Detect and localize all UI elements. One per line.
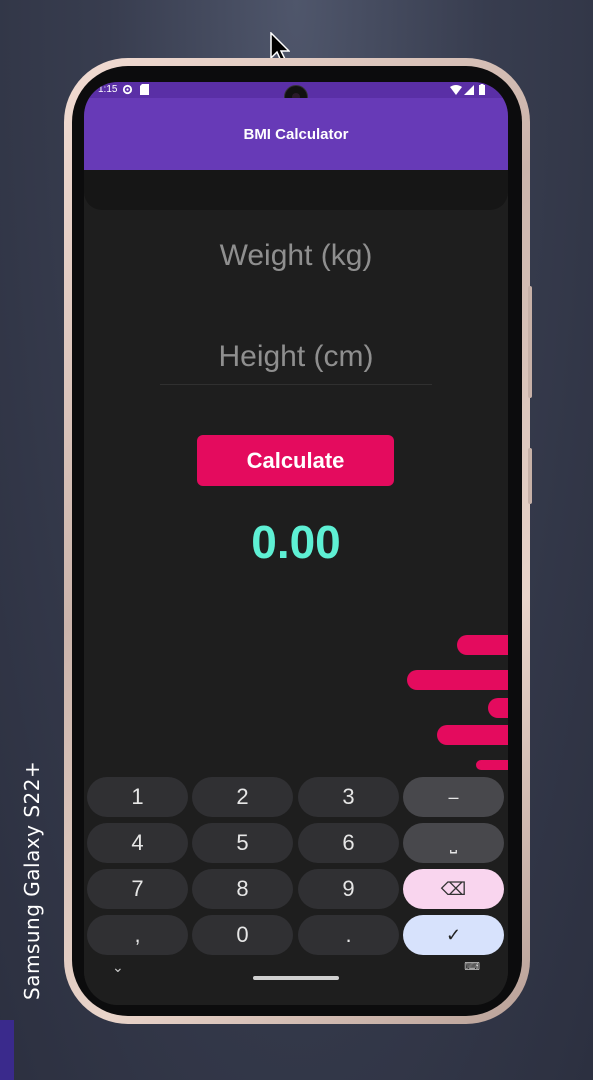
key-2[interactable]: 2 bbox=[192, 777, 293, 817]
signal-icon bbox=[464, 85, 474, 95]
key-1[interactable]: 1 bbox=[87, 777, 188, 817]
taskbar-strip bbox=[0, 1020, 14, 1080]
phone-screen: 1:15 BMI Calculator Weight (kg) Height (… bbox=[84, 82, 508, 1005]
chevron-down-icon[interactable]: ⌄ bbox=[112, 960, 124, 976]
key-9[interactable]: 9 bbox=[298, 869, 399, 909]
decorative-bar bbox=[457, 635, 508, 655]
height-input[interactable]: Height (cm) bbox=[160, 340, 432, 385]
decorative-bar bbox=[476, 760, 508, 770]
key-5[interactable]: 5 bbox=[192, 823, 293, 863]
calculate-button[interactable]: Calculate bbox=[197, 435, 394, 486]
sd-card-icon bbox=[140, 84, 149, 95]
key-7[interactable]: 7 bbox=[87, 869, 188, 909]
key-6[interactable]: 6 bbox=[298, 823, 399, 863]
bmi-result: 0.00 bbox=[251, 516, 341, 568]
numeric-keyboard: 1 2 3 – 4 5 6 ⎵ 7 8 9 ⌫ , 0 . ✓ ⌄ ⌨ bbox=[84, 770, 508, 1005]
app-title: BMI Calculator bbox=[243, 126, 349, 143]
key-space[interactable]: ⎵ bbox=[403, 823, 504, 863]
key-8[interactable]: 8 bbox=[192, 869, 293, 909]
key-3[interactable]: 3 bbox=[298, 777, 399, 817]
key-comma[interactable]: , bbox=[87, 915, 188, 955]
key-minus[interactable]: – bbox=[403, 777, 504, 817]
settings-icon bbox=[122, 84, 133, 95]
keyboard-icon[interactable]: ⌨ bbox=[464, 960, 480, 973]
done-key[interactable]: ✓ bbox=[403, 915, 504, 955]
weight-input[interactable]: Weight (kg) bbox=[160, 239, 432, 273]
key-0[interactable]: 0 bbox=[192, 915, 293, 955]
key-period[interactable]: . bbox=[298, 915, 399, 955]
key-4[interactable]: 4 bbox=[87, 823, 188, 863]
gesture-handle[interactable] bbox=[253, 976, 339, 980]
backspace-key[interactable]: ⌫ bbox=[403, 869, 504, 909]
decorative-bar bbox=[488, 698, 508, 718]
wifi-icon bbox=[450, 85, 462, 95]
decorative-bar bbox=[437, 725, 508, 745]
battery-icon bbox=[479, 84, 485, 95]
app-bar: BMI Calculator bbox=[84, 98, 508, 170]
status-time: 1:15 bbox=[98, 84, 118, 95]
decorative-bar bbox=[407, 670, 508, 690]
volume-button bbox=[528, 286, 532, 398]
device-label: Samsung Galaxy S22+ bbox=[20, 760, 44, 1000]
header-card bbox=[84, 170, 508, 210]
power-button bbox=[528, 448, 532, 504]
